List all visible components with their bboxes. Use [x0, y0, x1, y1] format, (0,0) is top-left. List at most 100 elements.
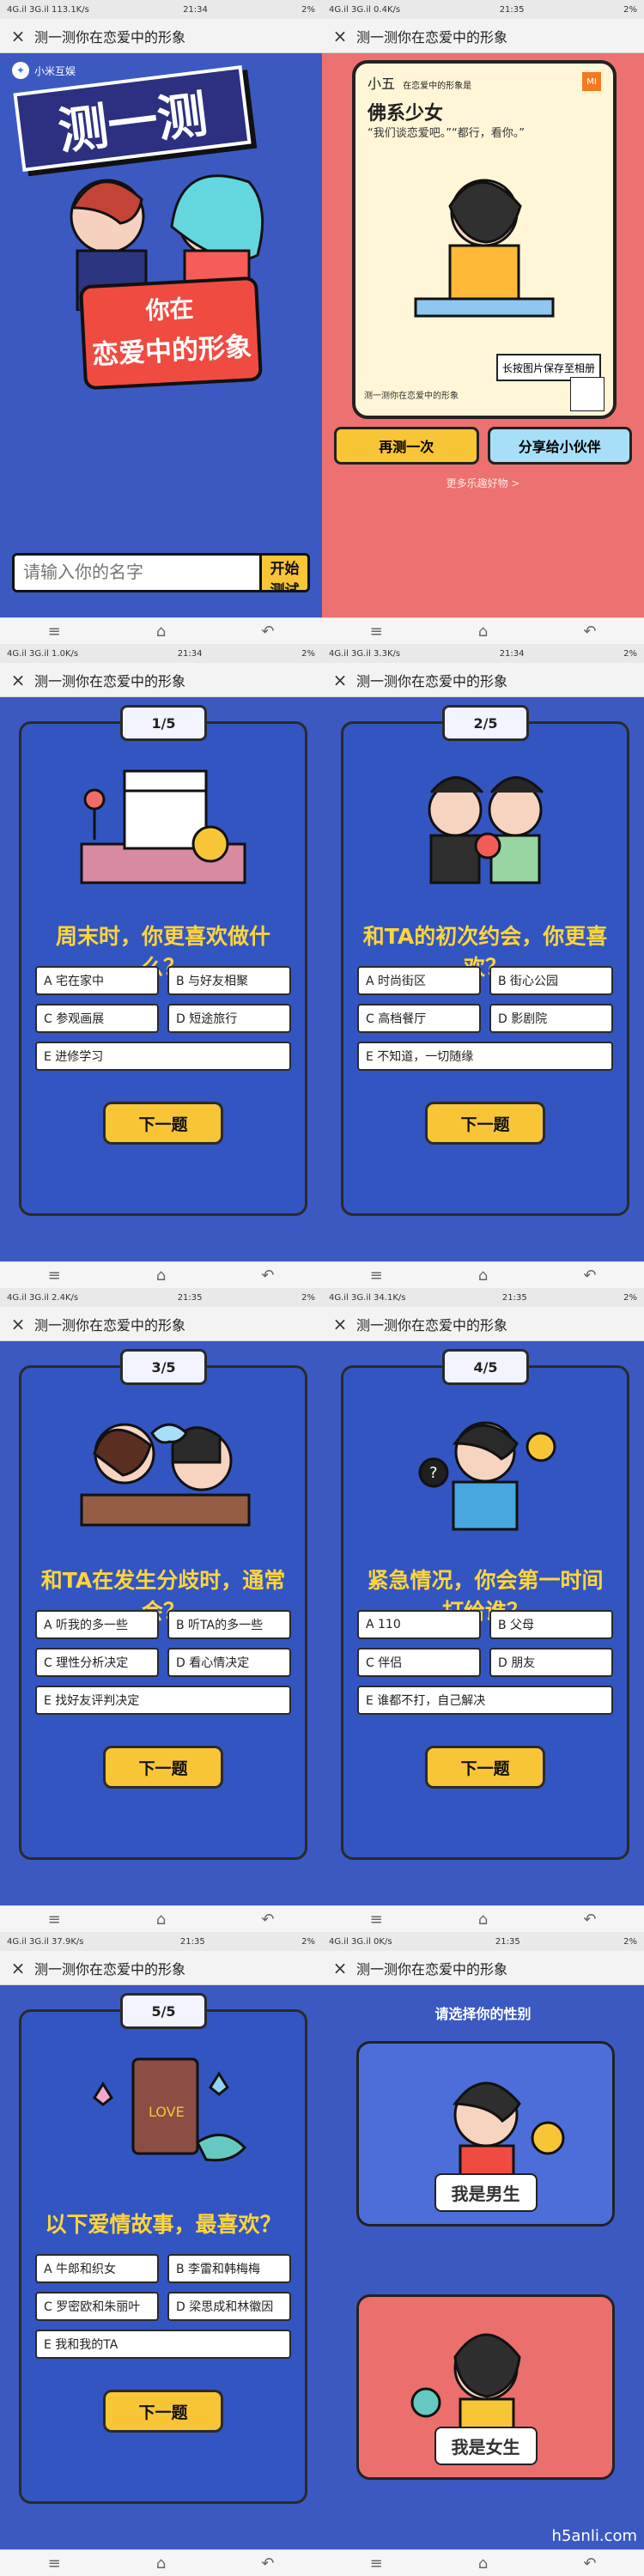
- status-left: 4G.il 3G.il 3.3K/s: [329, 648, 401, 659]
- back-icon[interactable]: ↶: [583, 623, 596, 641]
- result-quote: “我们谈恋爱吧。”“都行，看你。”: [368, 127, 525, 140]
- screenshots-grid: 4G.il 3G.il 113.1K/s 21:34 2% × 测一测你在恋爱中…: [0, 0, 644, 2576]
- male-illustration: [453, 2081, 565, 2177]
- back-icon[interactable]: ↶: [583, 1267, 596, 1285]
- male-card[interactable]: 我是男生: [356, 2041, 615, 2227]
- start-test-button[interactable]: 开始测试: [259, 556, 307, 590]
- option-a[interactable]: A 听我的多一些: [35, 1610, 159, 1639]
- options-list: A 时尚街区 B 街心公园 C 高档餐厅 D 影剧院 E 不知道，一切随缘: [357, 966, 613, 1071]
- brand-name: 小米互娱: [34, 64, 76, 77]
- option-b[interactable]: B 与好友相聚: [167, 966, 291, 995]
- close-icon[interactable]: ×: [9, 670, 27, 690]
- back-icon[interactable]: ↶: [261, 623, 274, 641]
- home-icon[interactable]: ⌂: [156, 623, 166, 641]
- result-footer-text: 测一测你在恋爱中的形象: [364, 391, 459, 401]
- home-icon[interactable]: ⌂: [478, 1267, 488, 1285]
- question-progress: 4/5: [442, 1349, 529, 1385]
- option-d[interactable]: D 朋友: [489, 1648, 613, 1677]
- option-e[interactable]: E 进修学习: [35, 1042, 291, 1071]
- option-e[interactable]: E 我和我的TA: [35, 2330, 291, 2359]
- close-icon[interactable]: ×: [331, 1314, 349, 1334]
- back-icon[interactable]: ↶: [261, 1267, 274, 1285]
- status-left: 4G.il 3G.il 37.9K/s: [7, 1936, 84, 1947]
- home-icon[interactable]: ⌂: [478, 1911, 488, 1929]
- option-d[interactable]: D 看心情决定: [167, 1648, 291, 1677]
- bottom-nav: ≡ ⌂ ↶: [322, 1905, 644, 1932]
- menu-icon[interactable]: ≡: [48, 1267, 61, 1285]
- title-bar: × 测一测你在恋爱中的形象: [322, 1951, 644, 1985]
- option-c[interactable]: C 罗密欧和朱丽叶: [35, 2292, 159, 2321]
- home-icon[interactable]: ⌂: [478, 2555, 488, 2573]
- option-c[interactable]: C 伴侣: [357, 1648, 481, 1677]
- back-icon[interactable]: ↶: [261, 1911, 274, 1929]
- option-a[interactable]: A 宅在家中: [35, 966, 159, 995]
- question-screen-3: 4G.il 3G.il 2.4K/s 21:35 2% × 测一测你在恋爱中的形…: [0, 1288, 322, 1932]
- more-link[interactable]: 更多乐趣好物 >: [322, 476, 644, 490]
- option-b[interactable]: B 李雷和韩梅梅: [167, 2254, 291, 2283]
- option-c[interactable]: C 参观画展: [35, 1004, 159, 1033]
- home-icon[interactable]: ⌂: [156, 1911, 166, 1929]
- menu-icon[interactable]: ≡: [370, 623, 383, 641]
- option-e[interactable]: E 谁都不打，自己解决: [357, 1686, 613, 1715]
- option-b[interactable]: B 父母: [489, 1610, 613, 1639]
- status-right: 2%: [301, 648, 315, 659]
- female-card[interactable]: 我是女生: [356, 2294, 615, 2480]
- status-left: 4G.il 3G.il 113.1K/s: [7, 4, 89, 15]
- question-text: 以下爱情故事，最喜欢？: [45, 2212, 282, 2237]
- back-icon[interactable]: ↶: [583, 2555, 596, 2573]
- option-d[interactable]: D 短途旅行: [167, 1004, 291, 1033]
- menu-icon[interactable]: ≡: [48, 623, 61, 641]
- title-bar: × 测一测你在恋爱中的形象: [0, 663, 322, 697]
- retry-button[interactable]: 再测一次: [334, 427, 479, 465]
- home-icon[interactable]: ⌂: [478, 623, 488, 641]
- close-icon[interactable]: ×: [9, 1314, 27, 1334]
- status-left: 4G.il 3G.il 0K/s: [329, 1936, 392, 1947]
- home-icon[interactable]: ⌂: [156, 2555, 166, 2573]
- page-title: 测一测你在恋爱中的形象: [356, 1316, 508, 1334]
- home-icon[interactable]: ⌂: [156, 1267, 166, 1285]
- menu-icon[interactable]: ≡: [48, 1911, 61, 1929]
- option-c[interactable]: C 高档餐厅: [357, 1004, 481, 1033]
- close-icon[interactable]: ×: [9, 26, 27, 46]
- close-icon[interactable]: ×: [331, 670, 349, 690]
- title-bar: × 测一测你在恋爱中的形象: [322, 19, 644, 53]
- option-b[interactable]: B 街心公园: [489, 966, 613, 995]
- option-e[interactable]: E 不知道，一切随缘: [357, 1042, 613, 1071]
- back-icon[interactable]: ↶: [583, 1911, 596, 1929]
- back-icon[interactable]: ↶: [261, 2555, 274, 2573]
- option-d[interactable]: D 影剧院: [489, 1004, 613, 1033]
- close-icon[interactable]: ×: [331, 1958, 349, 1978]
- option-a[interactable]: A 牛郎和织女: [35, 2254, 159, 2283]
- result-name: 小五: [368, 76, 396, 92]
- result-screen: 4G.il 3G.il 0.4K/s 21:35 2% × 测一测你在恋爱中的形…: [322, 0, 644, 644]
- close-icon[interactable]: ×: [9, 1958, 27, 1978]
- question-panel: 5/5 LOVE 以下爱情故事，最喜欢？ A 牛郎和织女 B 李雷和韩梅梅 C …: [19, 1993, 307, 2504]
- name-input[interactable]: [15, 556, 259, 590]
- next-question-button[interactable]: 下一题: [103, 2390, 223, 2433]
- bottom-nav: ≡ ⌂ ↶: [322, 1261, 644, 1288]
- result-illustration: [414, 179, 555, 318]
- option-c[interactable]: C 理性分析决定: [35, 1648, 159, 1677]
- next-question-button[interactable]: 下一题: [103, 1102, 223, 1145]
- next-question-button[interactable]: 下一题: [425, 1746, 545, 1789]
- option-a[interactable]: A 110: [357, 1610, 481, 1639]
- option-b[interactable]: B 听TA的多一些: [167, 1610, 291, 1639]
- share-button[interactable]: 分享给小伙伴: [487, 427, 632, 465]
- menu-icon[interactable]: ≡: [370, 1267, 383, 1285]
- status-bar: 4G.il 3G.il 113.1K/s 21:34 2%: [0, 0, 322, 19]
- close-icon[interactable]: ×: [331, 26, 349, 46]
- menu-icon[interactable]: ≡: [370, 1911, 383, 1929]
- page-title: 测一测你在恋爱中的形象: [356, 672, 508, 690]
- menu-icon[interactable]: ≡: [370, 2555, 383, 2573]
- option-d[interactable]: D 梁思成和林徽因: [167, 2292, 291, 2321]
- option-e[interactable]: E 找好友评判决定: [35, 1686, 291, 1715]
- menu-icon[interactable]: ≡: [48, 2555, 61, 2573]
- option-a[interactable]: A 时尚街区: [357, 966, 481, 995]
- question-text: 和TA的初次约会，你更喜欢？: [362, 924, 608, 980]
- status-bar: 4G.il 3G.il 37.9K/s 21:35 2%: [0, 1932, 322, 1951]
- svg-text:?: ?: [429, 1464, 438, 1482]
- next-question-button[interactable]: 下一题: [103, 1746, 223, 1789]
- next-question-button[interactable]: 下一题: [425, 1102, 545, 1145]
- status-bar: 4G.il 3G.il 34.1K/s 21:35 2%: [322, 1288, 644, 1307]
- title-bar: × 测一测你在恋爱中的形象: [322, 663, 644, 697]
